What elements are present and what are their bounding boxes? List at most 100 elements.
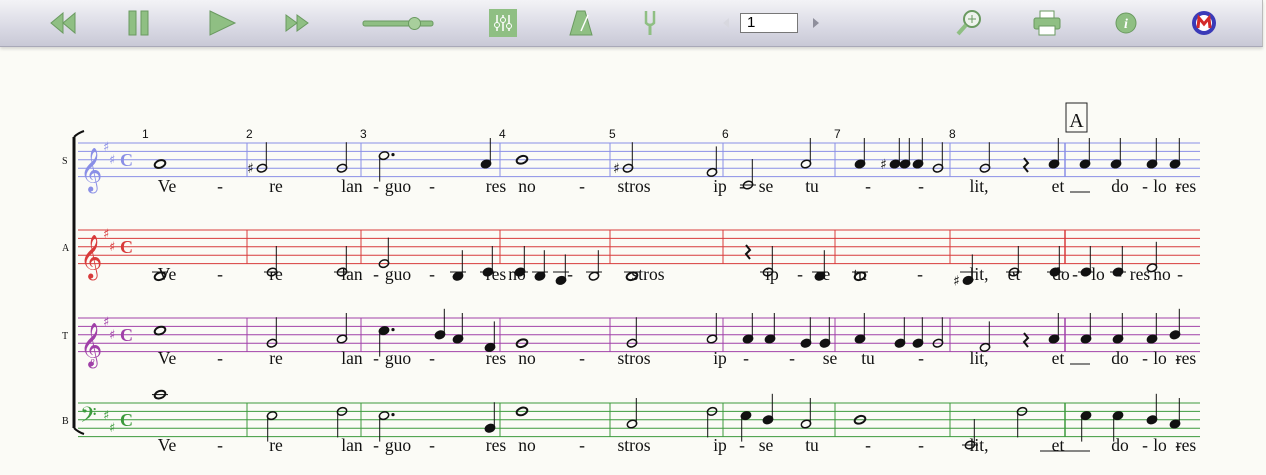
fast-forward-button[interactable]	[282, 8, 312, 38]
dot	[391, 153, 395, 157]
lyric: -	[918, 176, 924, 196]
tempo-slider[interactable]	[360, 8, 442, 38]
lyric: tu	[805, 435, 819, 455]
lyric: guo	[385, 348, 412, 368]
lyric: re	[269, 348, 283, 368]
lyric: -	[1142, 348, 1148, 368]
lyric: lit,	[970, 435, 989, 455]
zoom-in-icon	[956, 10, 981, 36]
mixer-button[interactable]	[489, 9, 517, 37]
lyric: -	[1142, 435, 1148, 455]
lyric: lo	[1091, 264, 1105, 284]
next-page-button[interactable]	[808, 8, 824, 38]
staff-label: S	[62, 156, 68, 167]
lyric: lan	[341, 348, 363, 368]
lyric: no	[518, 176, 536, 196]
lyric: ip	[713, 435, 727, 455]
lyric: et	[1008, 264, 1021, 284]
lyric: stros	[631, 264, 664, 284]
dot	[391, 328, 395, 332]
lyric: stros	[617, 348, 650, 368]
rewind-button[interactable]	[46, 8, 80, 38]
lyric: res	[1130, 264, 1151, 284]
info-button[interactable]: i	[1112, 8, 1140, 38]
print-button[interactable]	[1030, 8, 1064, 38]
tuning-fork-button[interactable]	[640, 8, 660, 38]
lyric: lan	[341, 435, 363, 455]
rewind-icon	[50, 11, 76, 35]
zoom-button[interactable]	[952, 8, 986, 38]
measure-number: 2	[246, 127, 253, 141]
system-bracket-top	[73, 130, 85, 138]
lyric: -	[539, 264, 545, 284]
lyric: Ve	[158, 176, 177, 196]
measure-number: 7	[834, 127, 841, 141]
lyric: -	[918, 435, 924, 455]
lyric: -	[743, 348, 749, 368]
lyric: lit,	[970, 348, 989, 368]
staff-label: B	[62, 416, 69, 427]
lyric: lit,	[970, 264, 989, 284]
lyric: guo	[385, 176, 412, 196]
lyric: -	[1116, 264, 1122, 284]
lyric: -	[789, 348, 795, 368]
lyric: lit,	[970, 176, 989, 196]
lyric: -	[373, 264, 379, 284]
tempo-slider-knob[interactable]	[408, 17, 421, 30]
sharp-icon: ♯	[109, 240, 115, 255]
page-number-input[interactable]: 1	[740, 13, 798, 33]
lyric: ip	[765, 264, 779, 284]
svg-text:i: i	[1124, 17, 1128, 32]
measure-number: 5	[609, 127, 616, 141]
treble-clef-icon: 𝄞	[80, 235, 102, 281]
play-icon	[209, 10, 237, 36]
notehead	[153, 325, 167, 336]
lyric: -	[429, 176, 435, 196]
chevron-right-icon	[813, 18, 819, 28]
metronome-button[interactable]	[566, 8, 596, 38]
lyric: -	[739, 435, 745, 455]
lyric: -	[739, 176, 745, 196]
sharp-accidental: ♯	[247, 161, 254, 177]
lyric: res	[1176, 176, 1197, 196]
app-logo-icon	[1192, 11, 1216, 35]
lyric: do	[1052, 264, 1070, 284]
lyric: -	[567, 264, 573, 284]
fast-forward-icon	[285, 14, 309, 32]
app-logo-button[interactable]	[1188, 8, 1220, 38]
lyric: -	[217, 348, 223, 368]
pause-button[interactable]	[122, 8, 156, 38]
play-button[interactable]	[204, 8, 240, 38]
sharp-accidental: ♯	[613, 161, 620, 177]
time-signature: C	[120, 325, 133, 345]
lyric: res	[1176, 348, 1197, 368]
time-signature: C	[120, 150, 133, 170]
lyric: stros	[617, 176, 650, 196]
lyric: -	[865, 435, 871, 455]
measure-number: 1	[142, 127, 149, 141]
lyric: res	[486, 264, 507, 284]
lyric: tu	[861, 348, 875, 368]
lyric: res	[1176, 435, 1197, 455]
previous-page-button[interactable]	[718, 8, 734, 38]
lyric: res	[486, 176, 507, 196]
measure-number: 6	[722, 127, 729, 141]
lyric: res	[486, 435, 507, 455]
lyric: se	[823, 348, 838, 368]
lyric: -	[217, 435, 223, 455]
lyric: -	[373, 348, 379, 368]
lyric: lan	[341, 264, 363, 284]
lyric: stros	[617, 435, 650, 455]
lyric: -	[797, 264, 803, 284]
measure-number: 4	[499, 127, 506, 141]
lyric: -	[1177, 264, 1183, 284]
lyric: et	[1052, 435, 1065, 455]
octave-mark: 8	[90, 358, 95, 368]
lyric: no	[1153, 264, 1171, 284]
lyric: Ve	[158, 435, 177, 455]
info-icon: i	[1115, 12, 1137, 34]
lyric: re	[269, 176, 283, 196]
measure-number: 3	[360, 127, 367, 141]
lyric: do	[1111, 435, 1129, 455]
rehearsal-mark: A	[1069, 110, 1084, 132]
